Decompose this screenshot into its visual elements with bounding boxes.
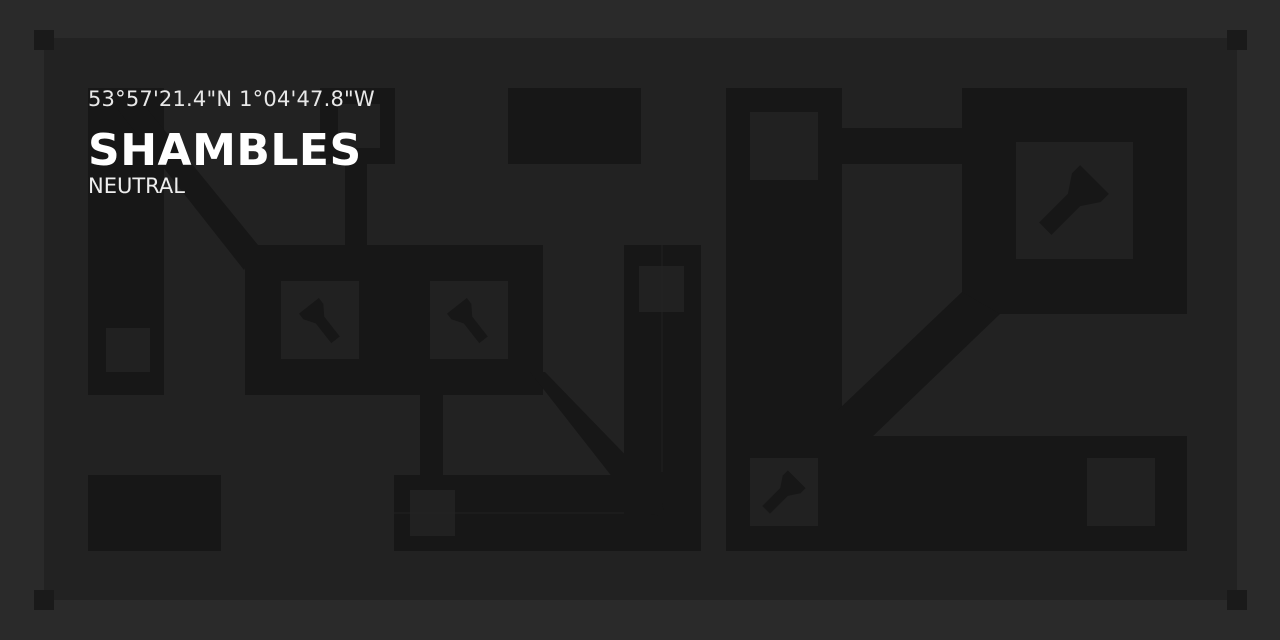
- corridor-top-right: [838, 128, 968, 164]
- map-title: SHAMBLES: [88, 125, 362, 176]
- corner-marker-bottom-right: [1227, 590, 1247, 610]
- building-bottom-left: [88, 475, 221, 551]
- room-bottom-right: [1087, 458, 1155, 526]
- room-right-column-top: [750, 112, 818, 180]
- corridor-vertical-2: [420, 390, 443, 480]
- corner-marker-top-right: [1227, 30, 1247, 50]
- room-left-column: [106, 328, 150, 372]
- map-info: 53°57'21.4"N 1°04'47.8"W SHAMBLES NEUTRA…: [88, 86, 375, 198]
- map-mode: NEUTRAL: [88, 174, 185, 198]
- map-coordinates: 53°57'21.4"N 1°04'47.8"W: [88, 87, 375, 111]
- building-top-center: [508, 88, 641, 164]
- corner-marker-top-left: [34, 30, 54, 50]
- corner-marker-bottom-left: [34, 590, 54, 610]
- map-card[interactable]: 53°57'21.4"N 1°04'47.8"W SHAMBLES NEUTRA…: [0, 0, 1280, 640]
